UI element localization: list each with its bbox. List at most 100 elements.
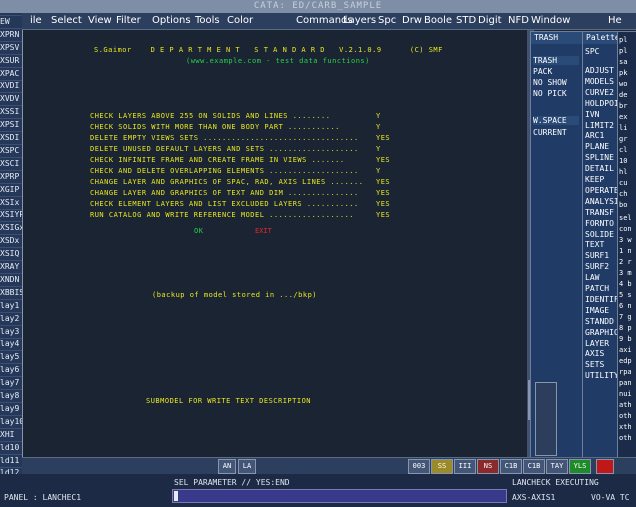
far-right-lower-11[interactable]: 9 b: [619, 335, 632, 343]
far-right-item-11[interactable]: 10: [619, 157, 627, 165]
palette-item-solide[interactable]: SOLIDE: [585, 230, 614, 239]
far-right-lower-13[interactable]: edp: [619, 357, 632, 365]
left-tool-10[interactable]: XSDI: [0, 132, 22, 145]
option-value-1[interactable]: Y: [376, 123, 381, 131]
trash-item-1[interactable]: PACK: [533, 67, 552, 76]
palette-item-patch[interactable]: PATCH: [585, 284, 609, 293]
palette-item-limit2[interactable]: LIMIT2: [585, 121, 614, 130]
far-right-item-5[interactable]: de: [619, 91, 627, 99]
far-right-lower-0[interactable]: sel: [619, 214, 632, 222]
far-right-item-9[interactable]: gr: [619, 135, 627, 143]
left-tool-11[interactable]: XSPC: [0, 145, 22, 158]
far-right-lower-2[interactable]: 3 w: [619, 236, 632, 244]
far-right-lower-14[interactable]: rpa: [619, 368, 632, 376]
far-right-item-15[interactable]: bo: [619, 201, 627, 209]
left-tool-21[interactable]: XNDN: [0, 274, 22, 287]
far-right-lower-7[interactable]: 5 s: [619, 291, 632, 299]
left-tool-24[interactable]: lay2: [0, 313, 22, 326]
far-right-lower-9[interactable]: 7 g: [619, 313, 632, 321]
left-tool-4[interactable]: XSUR: [0, 55, 22, 68]
menu-item-layers[interactable]: Layers: [343, 15, 376, 26]
toolbar-right-6[interactable]: TAY: [546, 459, 568, 474]
far-right-item-0[interactable]: pl: [619, 36, 627, 44]
far-right-item-8[interactable]: li: [619, 124, 627, 132]
left-tool-27[interactable]: lay5: [0, 351, 22, 365]
left-tool-16[interactable]: XSIYPx: [0, 209, 22, 223]
option-value-8[interactable]: YES: [376, 200, 390, 208]
toolbar-right-7[interactable]: YLS: [569, 459, 591, 474]
toolbar-right-0[interactable]: 003: [408, 459, 430, 474]
exit-button[interactable]: EXIT: [255, 227, 272, 235]
far-right-item-13[interactable]: cu: [619, 179, 627, 187]
left-tool-25[interactable]: lay3: [0, 326, 22, 339]
palette-item-image[interactable]: IMAGE: [585, 306, 609, 315]
far-right-lower-10[interactable]: 8 p: [619, 324, 632, 332]
left-tool-32[interactable]: lay10: [0, 416, 22, 429]
menu-item-window[interactable]: Window: [531, 15, 570, 26]
palette-item-utility[interactable]: UTILITY: [585, 371, 619, 380]
layer-stack-widget[interactable]: [535, 382, 557, 456]
palette-item-graphic[interactable]: GRAPHIC: [585, 328, 619, 337]
trash-item-0[interactable]: TRASH: [533, 56, 579, 65]
palette-item-arc1[interactable]: ARC1: [585, 131, 604, 140]
left-tool-7[interactable]: XVDV: [0, 93, 22, 107]
far-right-item-10[interactable]: cl: [619, 146, 627, 154]
left-tool-15[interactable]: XSIx: [0, 197, 22, 210]
left-tool-5[interactable]: XPAC: [0, 68, 22, 81]
left-tool-35[interactable]: ld11: [0, 455, 22, 468]
far-right-item-14[interactable]: ch: [619, 190, 627, 198]
option-value-9[interactable]: YES: [376, 211, 390, 219]
palette-item-operate[interactable]: OPERATE: [585, 186, 619, 195]
menu-item-filter[interactable]: Filter: [116, 15, 141, 26]
menu-item-he[interactable]: He: [608, 15, 622, 26]
menu-item-color[interactable]: Color: [227, 15, 253, 26]
menu-item-boole[interactable]: Boole: [424, 15, 452, 26]
far-right-item-2[interactable]: sa: [619, 58, 627, 66]
far-right-item-7[interactable]: ex: [619, 113, 627, 121]
palette-item-text[interactable]: TEXT: [585, 240, 604, 249]
wspace-section[interactable]: W.SPACE: [533, 116, 579, 125]
palette-item-keep[interactable]: KEEP: [585, 175, 604, 184]
option-value-6[interactable]: YES: [376, 178, 390, 186]
left-tool-8[interactable]: XSSI: [0, 106, 22, 120]
menu-item-ile[interactable]: ile: [30, 15, 42, 26]
left-tool-13[interactable]: XPRP: [0, 171, 22, 184]
option-value-3[interactable]: Y: [376, 145, 381, 153]
option-value-0[interactable]: Y: [376, 112, 381, 120]
trash-item-2[interactable]: NO SHOW: [533, 78, 567, 87]
left-tool-19[interactable]: XSIQ: [0, 248, 22, 262]
palette-item-spline[interactable]: SPLINE: [585, 153, 614, 162]
far-right-lower-16[interactable]: nui: [619, 390, 632, 398]
palette-item-transf[interactable]: TRANSF: [585, 208, 614, 217]
far-right-lower-15[interactable]: pan: [619, 379, 632, 387]
palette-item-surf1[interactable]: SURF1: [585, 251, 609, 260]
far-right-item-1[interactable]: pl: [619, 47, 627, 55]
toolbar-left-0[interactable]: AN: [218, 459, 236, 474]
toolbar-right-4[interactable]: C1B: [500, 459, 522, 474]
toolbar-right-5[interactable]: C1B: [523, 459, 545, 474]
toolbar-right-1[interactable]: SS: [431, 459, 453, 474]
left-tool-9[interactable]: XPSI: [0, 119, 22, 133]
far-right-item-4[interactable]: wo: [619, 80, 627, 88]
option-value-2[interactable]: YES: [376, 134, 390, 142]
far-right-lower-20[interactable]: oth: [619, 434, 632, 442]
menu-item-drw[interactable]: Drw: [402, 15, 422, 26]
palette-item-curve2[interactable]: CURVE2: [585, 88, 614, 97]
palette-item-layer[interactable]: LAYER: [585, 339, 609, 348]
left-tool-33[interactable]: XHI: [0, 429, 22, 442]
far-right-item-12[interactable]: hl: [619, 168, 627, 176]
ok-button[interactable]: OK: [194, 227, 203, 235]
left-tool-23[interactable]: lay1: [0, 300, 22, 313]
left-tool-3[interactable]: XPSV: [0, 42, 22, 55]
palette-item-plane[interactable]: PLANE: [585, 142, 609, 151]
toolbar-right-3[interactable]: NS: [477, 459, 499, 474]
palette-item-surf2[interactable]: SURF2: [585, 262, 609, 271]
menu-item-select[interactable]: Select: [51, 15, 82, 26]
left-tool-26[interactable]: lay4: [0, 338, 22, 352]
left-tool-17[interactable]: XSIGx: [0, 222, 22, 236]
trash-item-3[interactable]: NO PICK: [533, 89, 567, 98]
far-right-lower-18[interactable]: oth: [619, 412, 632, 420]
palette-item-standd[interactable]: STANDD: [585, 317, 614, 326]
palette-item-axis[interactable]: AXIS: [585, 349, 604, 358]
far-right-lower-17[interactable]: ath: [619, 401, 632, 409]
